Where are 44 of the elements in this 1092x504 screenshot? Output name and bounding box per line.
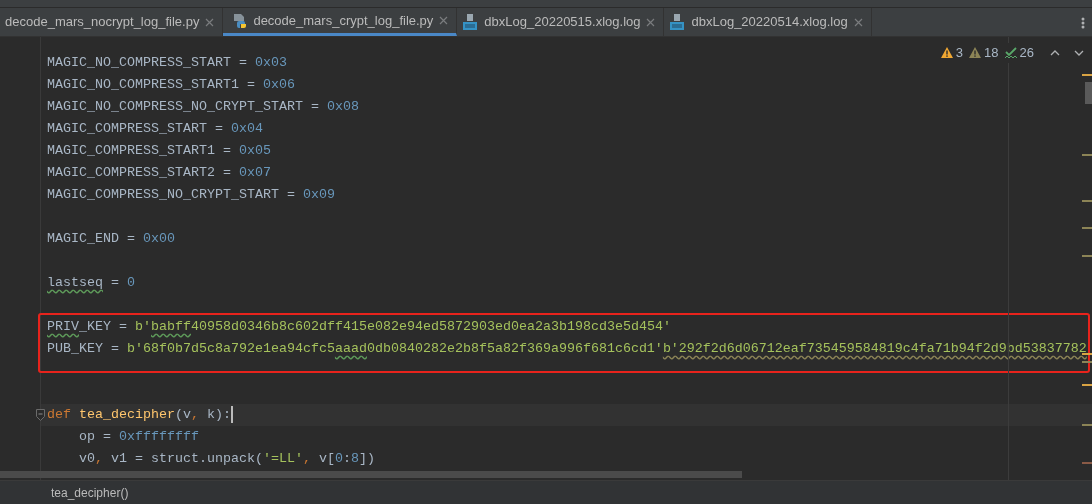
warning-icon[interactable] <box>969 47 982 59</box>
code-line: op = 0xffffffff <box>78 429 199 444</box>
error-stripe-mark[interactable] <box>1082 462 1092 464</box>
error-stripe-mark[interactable] <box>1082 384 1092 386</box>
horizontal-scrollbar-thumb[interactable] <box>0 471 742 478</box>
error-stripe-mark[interactable] <box>1082 255 1092 257</box>
log-file-icon <box>669 14 686 30</box>
error-stripe-mark[interactable] <box>1082 200 1092 202</box>
log-file-icon <box>462 14 479 30</box>
code-line: v0, v1 = struct.unpack('=LL', v[0:8]) <box>78 451 375 466</box>
inspection-count: 3 <box>955 44 964 62</box>
code-line: MAGIC_NO_COMPRESS_START1 = 0x06 <box>47 77 295 92</box>
scrollbar-thumb[interactable] <box>1085 82 1092 104</box>
close-icon[interactable] <box>853 17 863 27</box>
code-line: lastseq = 0 <box>47 275 135 290</box>
warning-icon[interactable] <box>940 47 953 59</box>
more-options-icon[interactable] <box>1081 17 1085 29</box>
editor-tab[interactable]: decode_mars_crypt_log_file.py <box>223 8 458 36</box>
error-stripe-mark[interactable] <box>1082 227 1092 229</box>
code-line: PUB_KEY = b'68f0b7d5c8a792e1ea94cfc5aaad0db0840282e2b8f5a82f369a996f681c6cd1'b'292f2d6d06712eaf735459584819c4fa71b94f2d9bd53837782 <box>47 341 1087 356</box>
chevron-down-icon[interactable] <box>1074 49 1084 56</box>
code-line: MAGIC_NO_COMPRESS_START = 0x03 <box>47 55 287 70</box>
code-line: def tea_decipher(v, k): <box>47 407 231 422</box>
code-line: MAGIC_NO_COMPRESS_NO_CRYPT_START = 0x08 <box>47 99 359 114</box>
error-stripe-mark[interactable] <box>1082 74 1092 76</box>
close-icon[interactable] <box>439 16 449 25</box>
text-caret <box>231 406 233 423</box>
code-line: MAGIC_COMPRESS_START2 = 0x07 <box>47 165 271 180</box>
code-line: MAGIC_COMPRESS_START = 0x04 <box>47 121 263 136</box>
code-line: MAGIC_COMPRESS_NO_CRYPT_START = 0x09 <box>47 187 335 202</box>
code-line: MAGIC_COMPRESS_START1 = 0x05 <box>47 143 271 158</box>
python-file-icon <box>231 12 248 29</box>
inspection-count: 26 <box>1019 44 1034 62</box>
breadcrumb[interactable]: tea_decipher() <box>51 483 129 502</box>
close-icon[interactable] <box>646 17 656 27</box>
error-stripe-mark[interactable] <box>1082 424 1092 426</box>
code-line: PRIV_KEY = b'babff40958d0346b8c602dff415e082e94ed5872903ed0ea2a3b198cd3e5d454' <box>47 319 671 334</box>
inspection-count: 18 <box>984 44 999 62</box>
close-icon[interactable] <box>205 17 215 27</box>
typo-check-icon[interactable] <box>1004 46 1017 59</box>
chevron-up-icon[interactable] <box>1050 49 1060 56</box>
fold-icon[interactable] <box>36 409 45 421</box>
code-line: MAGIC_END = 0x00 <box>47 231 175 246</box>
error-stripe-mark[interactable] <box>1082 154 1092 156</box>
